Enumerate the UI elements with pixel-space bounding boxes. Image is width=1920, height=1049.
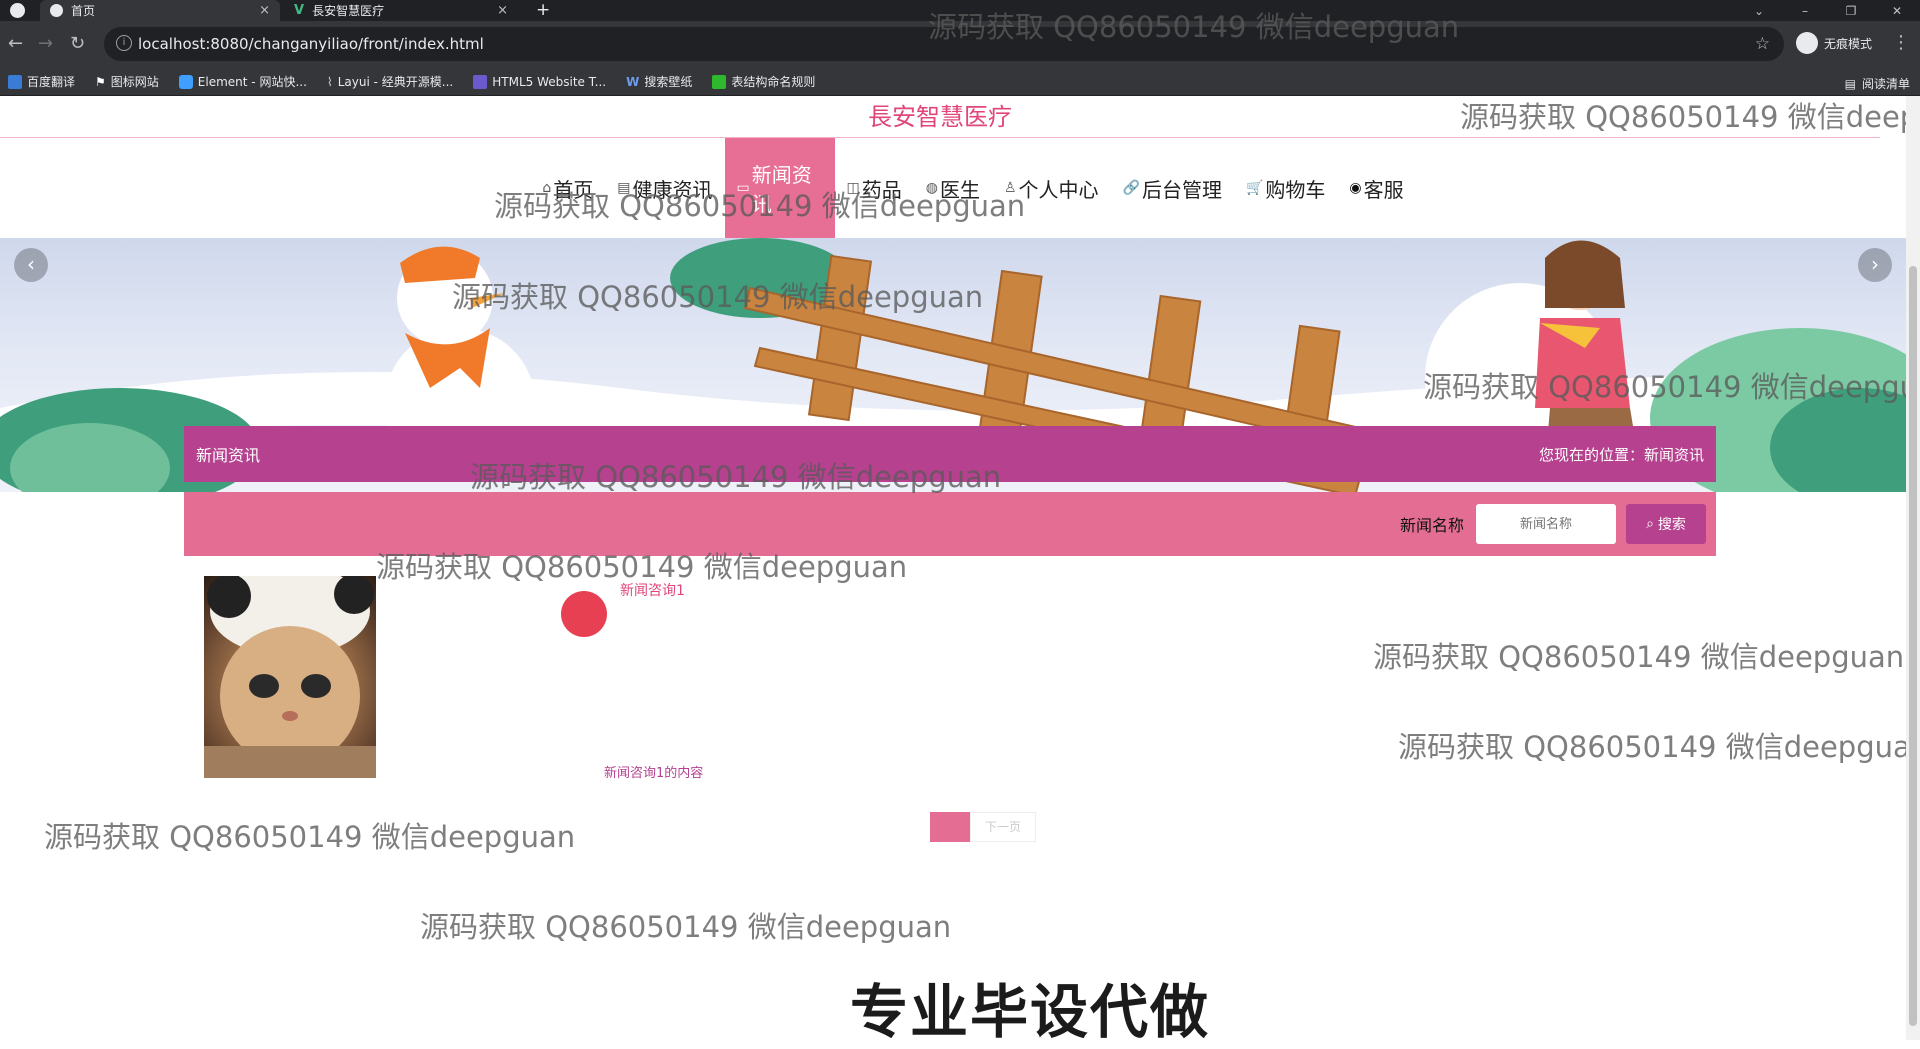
bookmark-star-icon[interactable]: ☆ [1755,34,1770,54]
close-tab-icon[interactable]: × [497,3,508,18]
flag-icon: ⚑ [95,74,106,89]
browser-tab-strip: 首页 × V 長安智慧医疗 × + ⌄ – ❐ ✕ [0,0,1920,21]
bookmark-item[interactable]: W 搜索壁纸 [626,73,692,90]
back-icon[interactable]: ← [8,33,23,54]
section-header: 新闻资讯 您现在的位置：新闻资讯 [184,426,1716,482]
search-label: 新闻名称 [1399,516,1464,535]
link-icon: 🔗 [1122,180,1140,196]
nav-news[interactable]: ▭ 新闻资讯 [724,138,835,238]
carousel-next-icon[interactable]: › [1858,248,1892,282]
layui-icon: ⌇ [326,74,333,89]
reading-list-icon: ▤ [1844,76,1856,91]
address-bar[interactable]: i localhost:8080/changanyiliao/front/ind… [104,27,1784,61]
restore-icon[interactable]: ❐ [1828,4,1874,18]
cursor-highlight [561,591,607,637]
translate-icon [8,74,22,89]
new-tab-button[interactable]: + [536,0,550,20]
site-info-icon[interactable]: i [116,35,132,51]
video-caption: 专业毕设代做 [850,978,1211,1046]
nav-home[interactable]: ⌂ 首页 [530,138,605,238]
nav-service[interactable]: ◉ 客服 [1337,138,1415,238]
home-icon: ⌂ [542,180,552,196]
main-nav: ⌂ 首页 ▤ 健康资讯 ▭ 新闻资讯 ◫ 药品 ◍ 医生 ♙ 个人中心 🔗 后台管理 🛒 购物车… [0,138,1906,238]
section-title: 新闻资讯 [196,446,261,465]
nav-admin[interactable]: 🔗 后台管理 [1111,138,1234,238]
bookmarks-bar: 百度翻译 ⚑ 图标网站 Element - 网站快... ⌇ Layui - 经典开… [0,68,1920,96]
cat-photo [204,576,376,778]
scrollbar-thumb[interactable] [1909,266,1917,1026]
vue-icon: V [294,3,305,18]
nav-doctor[interactable]: ◍ 医生 [914,138,992,238]
tab-site[interactable]: V 長安智慧医疗 × [286,0,518,21]
tab-search-icon[interactable]: ⌄ [1736,4,1782,18]
page-content: 長安智慧医疗 ⌂ 首页 ▤ 健康资讯 ▭ 新闻资讯 ◫ 药品 ◍ 医生 ♙ 个人中心 🔗 后台… [0,96,1906,1040]
bookmark-item[interactable]: Element - 网站快... [178,73,307,90]
browser-menu-icon[interactable]: ⋮ [1892,32,1910,53]
globe-icon [50,4,63,17]
nav-health-info[interactable]: ▤ 健康资讯 [605,138,724,238]
sheet-icon [712,74,727,89]
bookmark-item[interactable]: ⚑ 图标网站 [95,73,159,90]
reload-icon[interactable]: ↻ [70,33,85,54]
user-icon: ♙ [1003,180,1017,196]
nav-cart[interactable]: 🛒 购物车 [1234,138,1337,238]
search-input[interactable] [1476,504,1616,544]
tab-title: 首页 [71,4,96,18]
cart-icon: 🛒 [1245,180,1264,196]
carousel-prev-icon[interactable]: ‹ [14,248,48,282]
html5-icon [473,74,488,89]
globe-icon [10,3,25,18]
nav-medicine[interactable]: ◫ 药品 [835,138,914,238]
tab-home[interactable]: 首页 × [40,0,280,21]
book-icon: ◫ [846,180,860,196]
close-window-icon[interactable]: ✕ [1874,4,1920,18]
doctor-icon: ◍ [925,180,938,196]
tab-title: 長安智慧医疗 [312,4,385,18]
forward-icon[interactable]: → [38,33,53,54]
close-tab-icon[interactable]: × [259,3,270,18]
page-current[interactable] [930,812,970,842]
bookmark-item[interactable]: HTML5 Website T... [473,74,606,89]
pagination: 下一页 [930,812,1036,842]
news-icon: ▭ [736,180,750,196]
window-controls: ⌄ – ❐ ✕ [1736,0,1920,21]
news-thumbnail[interactable] [204,576,376,778]
page-scrollbar[interactable] [1906,96,1920,1040]
news-summary: 新闻咨询1的内容 [604,766,704,781]
bookmark-item[interactable]: 表结构命名规则 [712,73,815,90]
search-bar: 新闻名称 ⌕ 搜索 [184,492,1716,556]
search-icon: ⌕ [1646,516,1654,532]
incognito-profile[interactable]: 无痕模式 [1796,29,1872,57]
bookmark-item[interactable]: 百度翻译 [8,73,75,90]
minimize-icon[interactable]: – [1782,4,1828,18]
element-icon [178,74,193,89]
browser-toolbar: ← → ↻ i localhost:8080/changanyiliao/fro… [0,21,1920,68]
bookmark-item[interactable]: ⌇ Layui - 经典开源模... [327,73,453,90]
nav-profile[interactable]: ♙ 个人中心 [992,138,1111,238]
chat-icon: ◉ [1349,180,1362,196]
reading-list[interactable]: ▤ 阅读清单 [1845,75,1910,92]
search-button[interactable]: ⌕ 搜索 [1626,504,1706,544]
news-title-link[interactable]: 新闻咨询1 [620,580,685,600]
wallpaper-icon: W [626,74,640,89]
list-icon: ▤ [617,180,631,196]
url-text: localhost:8080/changanyiliao/front/index… [138,35,484,53]
breadcrumb: 您现在的位置：新闻资讯 [1538,445,1704,464]
site-title: 長安智慧医疗 [0,96,1880,138]
profile-label: 无痕模式 [1824,36,1873,51]
incognito-icon [1796,32,1818,54]
next-page-button[interactable]: 下一页 [970,812,1036,842]
